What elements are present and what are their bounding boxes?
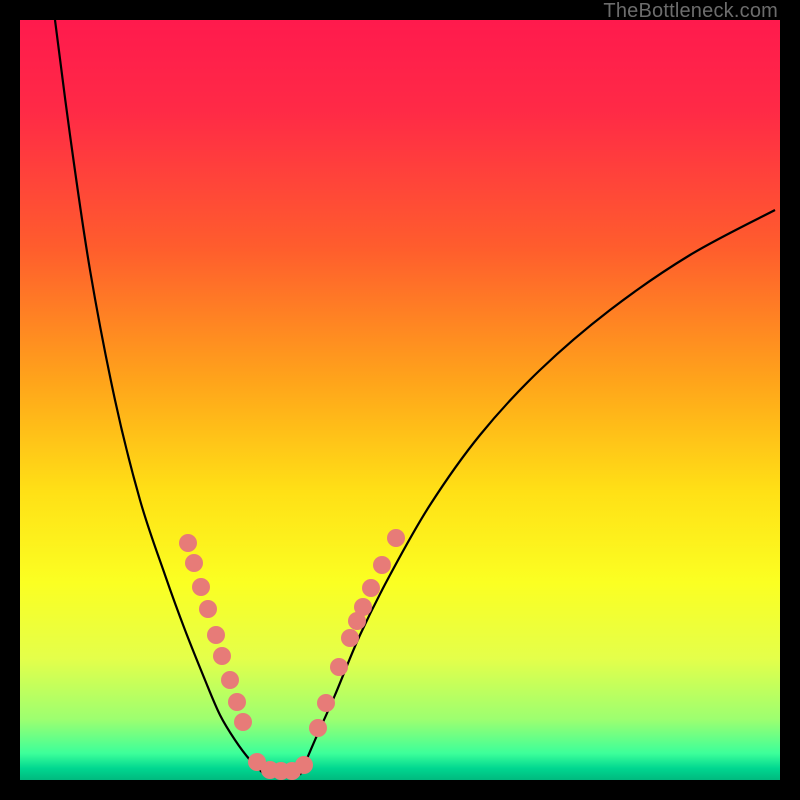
scatter-dot (179, 534, 197, 552)
scatter-dot (199, 600, 217, 618)
scatter-dot (234, 713, 252, 731)
scatter-dot (309, 719, 327, 737)
scatter-dots (179, 529, 405, 780)
scatter-dot (207, 626, 225, 644)
scatter-dot (221, 671, 239, 689)
scatter-dot (317, 694, 335, 712)
scatter-dot (295, 756, 313, 774)
scatter-dot (362, 579, 380, 597)
plot-frame (20, 20, 780, 780)
scatter-dot (341, 629, 359, 647)
scatter-dot (387, 529, 405, 547)
scatter-dot (192, 578, 210, 596)
scatter-dot (354, 598, 372, 616)
scatter-dot (330, 658, 348, 676)
scatter-dot (185, 554, 203, 572)
left-branch-line (55, 20, 265, 775)
watermark-text: TheBottleneck.com (603, 0, 778, 23)
scatter-dot (213, 647, 231, 665)
scatter-dot (228, 693, 246, 711)
chart-curve (20, 20, 780, 780)
right-branch-line (300, 210, 775, 775)
scatter-dot (373, 556, 391, 574)
